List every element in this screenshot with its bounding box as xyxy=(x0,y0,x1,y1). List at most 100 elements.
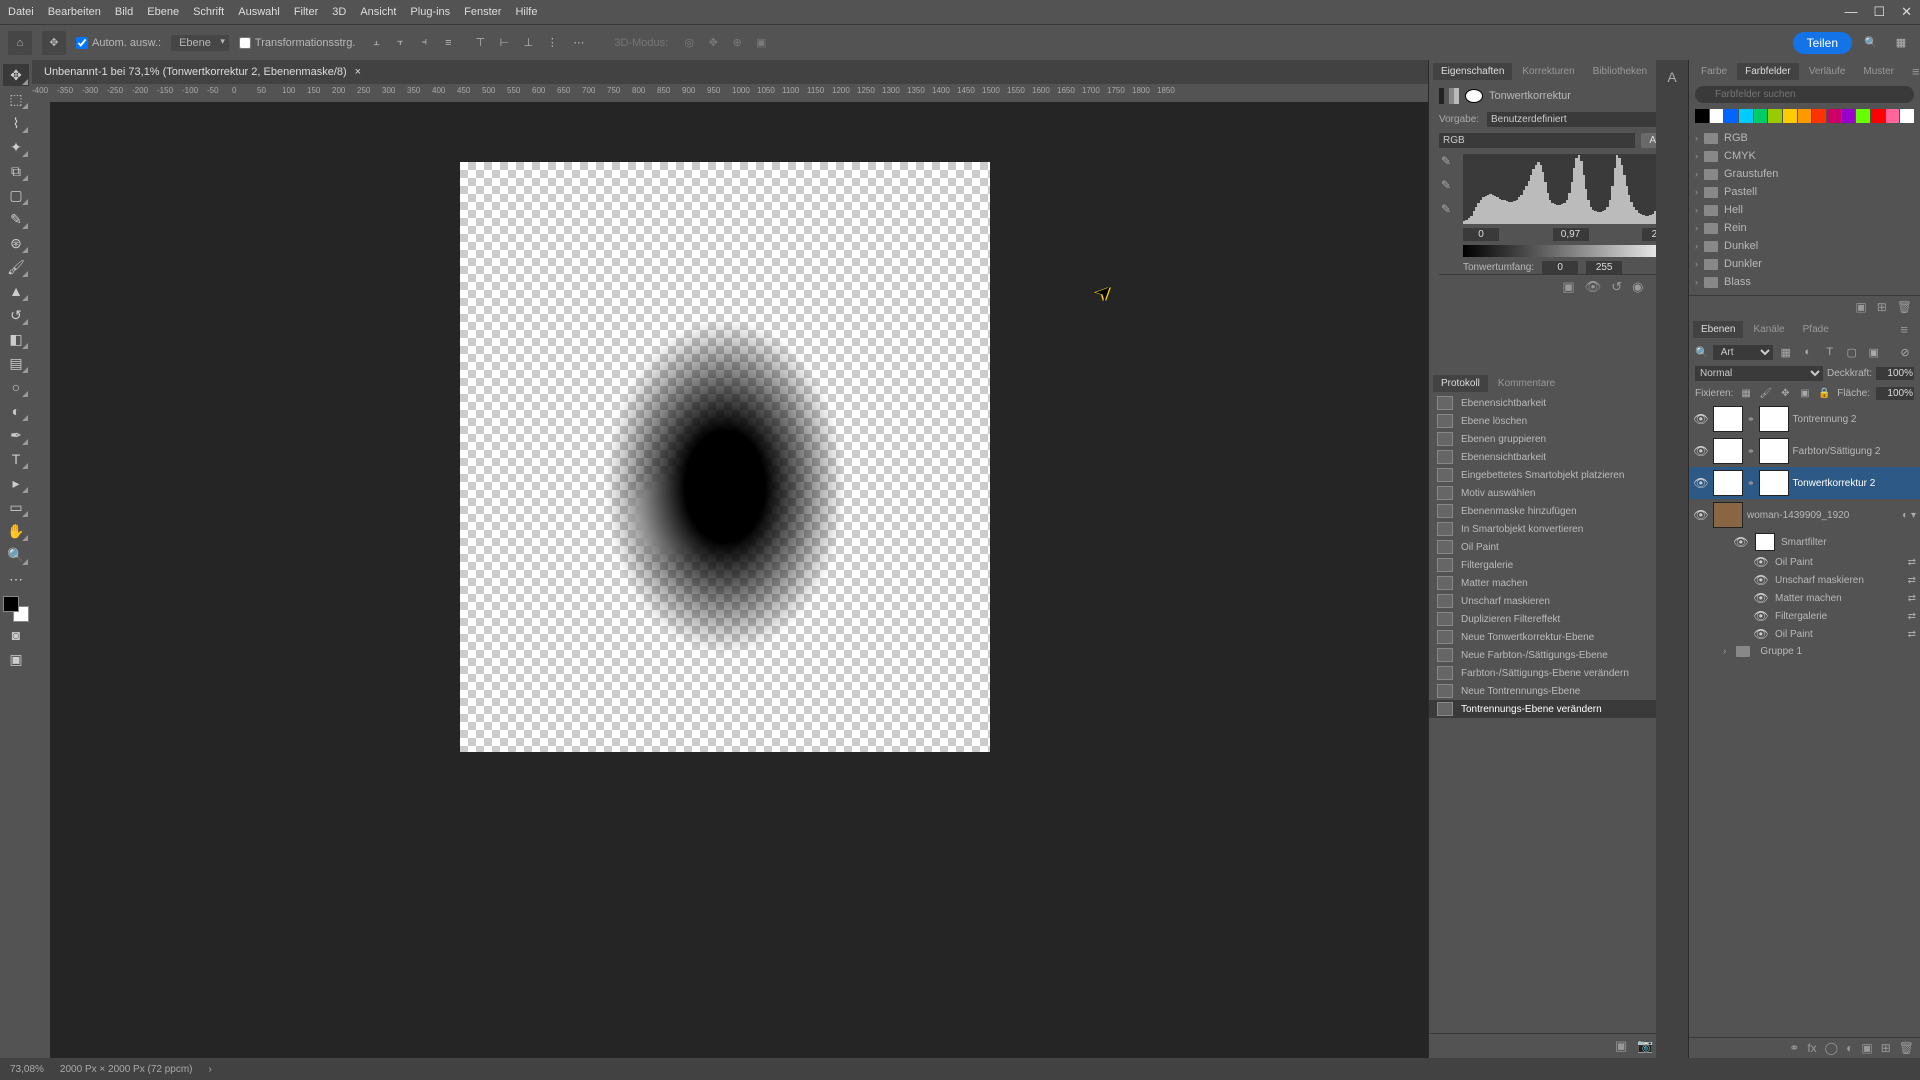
smartfilter-item[interactable]: 👁Matter machen⇄ xyxy=(1689,589,1920,607)
menu-schrift[interactable]: Schrift xyxy=(193,6,224,18)
status-chevron-icon[interactable]: › xyxy=(209,1064,212,1075)
align-bottom-icon[interactable]: ⊥ xyxy=(517,32,539,54)
preset-dropdown[interactable]: Benutzerdefiniert xyxy=(1487,112,1678,127)
tab-farbfelder[interactable]: Farbfelder xyxy=(1737,63,1799,80)
history-item[interactable]: Tontrennungs-Ebene verändern xyxy=(1429,700,1688,718)
snapshot-icon[interactable]: 📷 xyxy=(1637,1038,1653,1054)
history-item[interactable]: Unscharf maskieren xyxy=(1429,592,1688,610)
path-select-tool[interactable]: ▸ xyxy=(3,472,29,494)
search-icon[interactable]: 🔍 xyxy=(1860,32,1882,54)
history-item[interactable]: Neue Tontrennungs-Ebene xyxy=(1429,682,1688,700)
brush-tool[interactable]: 🖌 xyxy=(3,256,29,278)
adjustment-thumb[interactable] xyxy=(1713,438,1743,464)
eyedropper-gray-icon[interactable]: ✎ xyxy=(1441,178,1457,194)
filter-smart-icon[interactable]: ▣ xyxy=(1865,343,1883,361)
filter-adjustment-icon[interactable]: ◐ xyxy=(1799,343,1817,361)
swatch[interactable] xyxy=(1724,109,1738,123)
visibility-icon[interactable]: 👁 xyxy=(1753,591,1769,605)
swatch[interactable] xyxy=(1871,109,1885,123)
layer-row[interactable]: 👁⚭Farbton/Sättigung 2 xyxy=(1689,435,1920,467)
document-tab[interactable]: Unbenannt-1 bei 73,1% (Tonwertkorrektur … xyxy=(32,60,1428,84)
align-right-icon[interactable]: ⫞ xyxy=(413,32,435,54)
canvas[interactable] xyxy=(50,102,1428,1058)
layer-row[interactable]: 👁woman-1439909_1920◐ ▾ xyxy=(1689,499,1920,531)
history-item[interactable]: Neue Tonwertkorrektur-Ebene xyxy=(1429,628,1688,646)
marquee-tool[interactable]: ⬚ xyxy=(3,88,29,110)
home-icon[interactable]: ⌂ xyxy=(8,31,32,55)
group-name[interactable]: Gruppe 1 xyxy=(1760,646,1802,657)
tab-pfade[interactable]: Pfade xyxy=(1795,321,1837,338)
filter-kind-dropdown[interactable]: Art xyxy=(1713,345,1773,360)
history-item[interactable]: Duplizieren Filtereffekt xyxy=(1429,610,1688,628)
swatch[interactable] xyxy=(1798,109,1812,123)
visibility-icon[interactable]: 👁 xyxy=(1693,508,1709,522)
smartfilter-item[interactable]: 👁Oil Paint⇄ xyxy=(1689,553,1920,571)
fx-options-icon[interactable]: ⇄ xyxy=(1908,557,1916,568)
swatch-folder[interactable]: ›CMYK xyxy=(1695,147,1914,165)
swatch[interactable] xyxy=(1695,109,1709,123)
align-left-icon[interactable]: ⫠ xyxy=(365,32,387,54)
eyedropper-white-icon[interactable]: ✎ xyxy=(1441,202,1457,218)
filter-search-icon[interactable]: 🔍 xyxy=(1695,346,1709,359)
visibility-icon[interactable]: 👁 xyxy=(1753,573,1769,587)
visibility-icon[interactable]: 👁 xyxy=(1693,444,1709,458)
swatch-folder[interactable]: ›Hell xyxy=(1695,201,1914,219)
align-center-h-icon[interactable]: ⫟ xyxy=(389,32,411,54)
smartfilter-item[interactable]: 👁Unscharf maskieren⇄ xyxy=(1689,571,1920,589)
transform-controls-checkbox[interactable] xyxy=(239,37,251,49)
visibility-icon[interactable]: 👁 xyxy=(1693,412,1709,426)
maximize-icon[interactable]: ☐ xyxy=(1873,4,1885,20)
swatch[interactable] xyxy=(1827,109,1841,123)
eraser-tool[interactable]: ◧ xyxy=(3,328,29,350)
type-tool[interactable]: T xyxy=(3,448,29,470)
new-swatch-group-icon[interactable]: ▣ xyxy=(1855,300,1866,314)
layer-thumb[interactable] xyxy=(1713,502,1743,528)
menu-filter[interactable]: Filter xyxy=(294,6,318,18)
swatch[interactable] xyxy=(1812,109,1826,123)
lock-position-icon[interactable]: ✥ xyxy=(1778,385,1792,401)
lock-artboard-icon[interactable]: ▣ xyxy=(1798,385,1812,401)
history-item[interactable]: Eingebettetes Smartobjekt platzieren xyxy=(1429,466,1688,484)
eyedropper-black-icon[interactable]: ✎ xyxy=(1441,154,1457,170)
edit-toolbar-icon[interactable]: ⋯ xyxy=(3,568,29,590)
input-gamma[interactable] xyxy=(1553,228,1589,241)
link-layers-icon[interactable]: ⚭ xyxy=(1789,1041,1799,1055)
layer-fx-icon[interactable]: fx xyxy=(1807,1041,1816,1055)
toggle-visibility-icon[interactable]: ◉ xyxy=(1632,279,1643,295)
tab-ebenen[interactable]: Ebenen xyxy=(1693,321,1743,338)
lasso-tool[interactable]: ⌇ xyxy=(3,112,29,134)
new-adjustment-icon[interactable]: ◐ xyxy=(1846,1041,1853,1055)
tab-muster[interactable]: Muster xyxy=(1855,63,1902,80)
mask-thumb[interactable] xyxy=(1759,406,1789,432)
smartfilter-item[interactable]: 👁Oil Paint⇄ xyxy=(1689,625,1920,643)
swatch[interactable] xyxy=(1739,109,1753,123)
history-list[interactable]: EbenensichtbarkeitEbene löschenEbenen gr… xyxy=(1429,394,1688,1033)
blur-tool[interactable]: ○ xyxy=(3,376,29,398)
smartfilter-mask-thumb[interactable] xyxy=(1755,533,1775,551)
quickmask-icon[interactable]: ◙ xyxy=(3,624,29,646)
auto-select-target-dropdown[interactable]: Ebene xyxy=(171,35,229,51)
history-item[interactable]: Neue Farbton-/Sättigungs-Ebene xyxy=(1429,646,1688,664)
visibility-icon[interactable]: 👁 xyxy=(1753,555,1769,569)
view-previous-icon[interactable]: 👁 xyxy=(1585,279,1602,295)
share-button[interactable]: Teilen xyxy=(1793,32,1852,54)
fx-options-icon[interactable]: ⇄ xyxy=(1908,575,1916,586)
menu-hilfe[interactable]: Hilfe xyxy=(515,6,537,18)
tab-korrekturen[interactable]: Korrekturen xyxy=(1514,63,1582,80)
gradient-tool[interactable]: ▤ xyxy=(3,352,29,374)
histogram[interactable]: ✎ ✎ ✎ xyxy=(1463,154,1678,224)
distribute-h-icon[interactable]: ≡ xyxy=(437,32,459,54)
swatch-folder[interactable]: ›Dunkel xyxy=(1695,237,1914,255)
menu-datei[interactable]: Datei xyxy=(8,6,34,18)
lock-transparent-icon[interactable]: ▦ xyxy=(1739,385,1753,401)
input-black-point[interactable] xyxy=(1463,228,1499,241)
visibility-icon[interactable]: 👁 xyxy=(1733,535,1749,549)
filter-shape-icon[interactable]: ▢ xyxy=(1843,343,1861,361)
layer-name[interactable]: Farbton/Sättigung 2 xyxy=(1793,446,1881,457)
fx-options-icon[interactable]: ⇄ xyxy=(1908,593,1916,604)
layers-panel-menu-icon[interactable]: ≡ xyxy=(1892,319,1916,340)
history-brush-tool[interactable]: ↺ xyxy=(3,304,29,326)
channel-dropdown[interactable]: RGB xyxy=(1439,133,1635,148)
lock-all-icon[interactable]: 🔒 xyxy=(1818,385,1832,401)
layers-list[interactable]: 👁⚭Tontrennung 2👁⚭Farbton/Sättigung 2👁⚭To… xyxy=(1689,403,1920,1037)
